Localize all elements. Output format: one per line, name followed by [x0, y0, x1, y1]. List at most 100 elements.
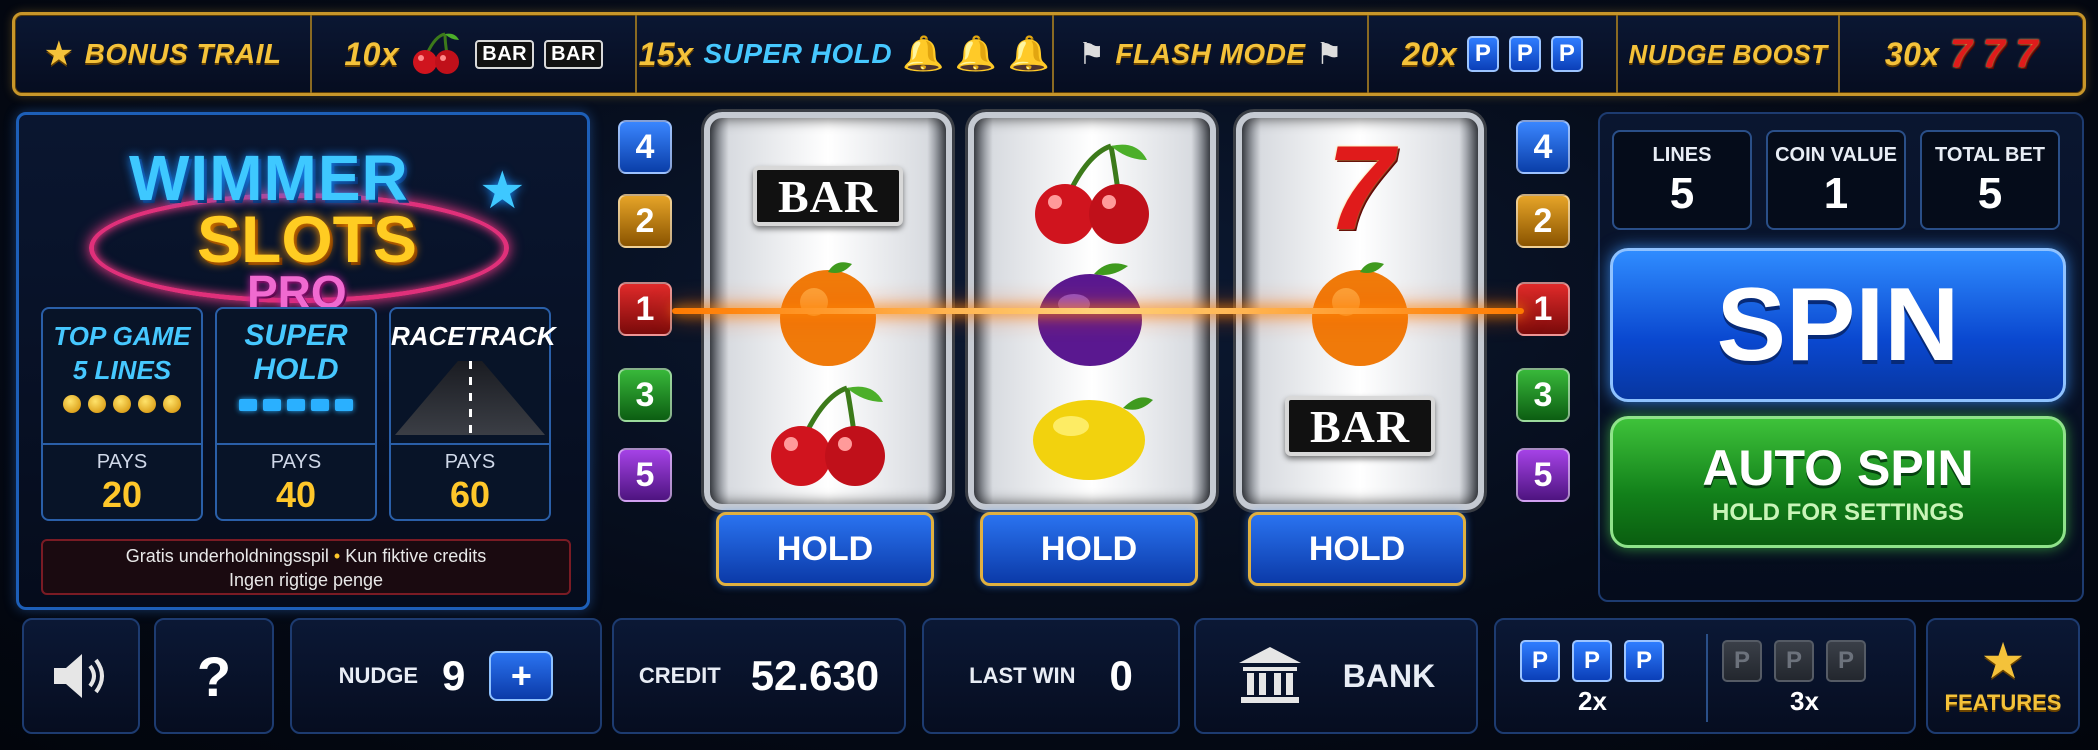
- nudge-label: NUDGE: [338, 663, 419, 688]
- lines-box: LINES 5: [1612, 130, 1752, 230]
- cherries-icon: [413, 32, 460, 74]
- lemon-icon: [1033, 397, 1153, 480]
- nudge-boost-item: NUDGE BOOST: [1618, 15, 1840, 93]
- cherries-multiplier: 10x: [344, 35, 400, 72]
- features-label: FEATURES: [1944, 690, 2062, 715]
- auto-spin-button[interactable]: AUTO SPIN HOLD FOR SETTINGS: [1610, 416, 2066, 548]
- game-card-super-hold[interactable]: SUPER HOLD PAYS 40: [215, 307, 377, 521]
- p-symbols-payout: 20x P P P: [1369, 15, 1619, 93]
- hold-dashes-icon: [217, 399, 375, 411]
- flash-mode-label: FLASH MODE: [1115, 38, 1306, 69]
- controls-panel: LINES 5 COIN VALUE 1 TOTAL BET 5 SPIN AU…: [1598, 112, 2084, 602]
- credit-display: CREDIT 52.630: [612, 618, 906, 734]
- bank-button[interactable]: BANK: [1194, 618, 1478, 734]
- five-dots-icon: [43, 395, 201, 413]
- seven-symbol: 7: [1949, 31, 1973, 76]
- bank-label: BANK: [1342, 657, 1436, 694]
- pays-value: 40: [275, 474, 317, 515]
- plum-icon: [1038, 263, 1142, 366]
- p-group-2x: P P P: [1520, 640, 1664, 682]
- flash-mode-item: ⚑ FLASH MODE ⚑: [1054, 15, 1370, 93]
- bell-icon: 🔔: [1007, 35, 1051, 73]
- line-indicator-3-right: 3: [1516, 368, 1570, 422]
- super-hold-label: SUPER HOLD: [703, 38, 893, 69]
- nudge-value: 9: [442, 652, 466, 699]
- speaker-icon: [54, 654, 104, 698]
- bell-icon: 🔔: [902, 35, 945, 73]
- super-hold-payout: 15x SUPER HOLD 🔔 🔔 🔔: [637, 15, 1054, 93]
- total-bet-value: 5: [1977, 169, 2003, 218]
- sound-button[interactable]: [22, 618, 140, 734]
- game-logo: WIMMER ★ SLOTS PRO: [79, 131, 539, 318]
- last-win-value: 0: [1109, 652, 1133, 699]
- total-bet-label: TOTAL BET: [1935, 144, 2045, 166]
- lines-label: LINES: [1652, 144, 1712, 166]
- multiplier-3x: 3x: [1790, 686, 1819, 716]
- pays-value: 60: [449, 474, 491, 515]
- line-indicator-5-right: 5: [1516, 448, 1570, 502]
- line-indicator-5-left: 5: [618, 448, 672, 502]
- game-card-top-game[interactable]: TOP GAME 5 LINES PAYS 20: [41, 307, 203, 521]
- divider: [1706, 634, 1708, 722]
- help-icon: ?: [196, 644, 232, 708]
- disclaimer: Gratis underholdningsspil • Kun fiktive …: [41, 539, 571, 595]
- line-indicator-4-left: 4: [618, 120, 672, 174]
- game-title: SUPER: [244, 319, 348, 352]
- game-card-racetrack[interactable]: RACETRACK PAYS 60: [389, 307, 556, 521]
- pays-label: PAYS: [270, 451, 322, 473]
- p-symbol-lit: P: [1572, 640, 1612, 682]
- bar-chip: BAR: [475, 39, 535, 69]
- bonus-trail-item: ★ BONUS TRAIL: [15, 15, 313, 93]
- line-indicator-1-left: 1: [618, 282, 672, 336]
- pays-label: PAYS: [444, 451, 496, 473]
- disclaimer-text-1: Gratis underholdningsspil: [125, 546, 329, 566]
- coin-value-box: COIN VALUE 1: [1766, 130, 1906, 230]
- bonus-trail-label: BONUS TRAIL: [84, 38, 282, 69]
- game-info-panel: WIMMER ★ SLOTS PRO TOP GAME 5 LINES PAYS…: [16, 112, 590, 610]
- racetrack-icon: [395, 361, 545, 435]
- p-symbol-lit: P: [1520, 640, 1560, 682]
- p-symbol-unlit: P: [1774, 640, 1814, 682]
- help-button[interactable]: ?: [154, 618, 274, 734]
- super-hold-multiplier: 15x: [638, 35, 694, 72]
- game-subtitle: 5 LINES: [72, 355, 172, 385]
- hold-button-reel-3[interactable]: HOLD: [1248, 512, 1466, 586]
- multiplier-2x: 2x: [1578, 686, 1607, 716]
- seven-symbol: 7: [1982, 31, 2006, 76]
- bar-symbol: BAR: [753, 166, 903, 226]
- last-win-display: LAST WIN 0: [922, 618, 1180, 734]
- nudge-control: NUDGE 9 +: [290, 618, 602, 734]
- disclaimer-bullet: •: [333, 546, 341, 566]
- orange-icon: [1312, 262, 1408, 366]
- lines-value: 5: [1669, 169, 1695, 218]
- spin-button[interactable]: SPIN: [1610, 248, 2066, 402]
- nudge-plus-button[interactable]: +: [489, 651, 554, 701]
- cherries-bar-payout: 10x BAR BAR: [312, 15, 638, 93]
- bank-icon: [1238, 647, 1301, 703]
- p-symbol-lit: P: [1624, 640, 1664, 682]
- checkered-flag-icon: ⚑: [1315, 37, 1343, 71]
- features-button[interactable]: ★ FEATURES: [1926, 618, 2080, 734]
- checkered-flag-icon: ⚑: [1078, 37, 1106, 71]
- game-title: RACETRACK: [391, 321, 556, 351]
- cherries-icon: [1035, 143, 1149, 244]
- p-symbol-chip: P: [1551, 36, 1584, 72]
- top-feature-bar: ★ BONUS TRAIL 10x BAR BAR 15x SUPER HOLD…: [12, 12, 2086, 96]
- last-win-label: LAST WIN: [969, 663, 1076, 688]
- line-indicator-3-left: 3: [618, 368, 672, 422]
- line-indicator-1-right: 1: [1516, 282, 1570, 336]
- bar-symbol: BAR: [1285, 396, 1435, 456]
- pays-value: 20: [101, 474, 143, 515]
- hold-button-reel-1[interactable]: HOLD: [716, 512, 934, 586]
- game-title: TOP GAME: [53, 321, 191, 351]
- p-symbol-chip: P: [1467, 36, 1500, 72]
- p-multiplier: 20x: [1402, 35, 1458, 72]
- total-bet-box: TOTAL BET 5: [1920, 130, 2060, 230]
- logo-star-icon: ★: [479, 162, 526, 220]
- seven-symbol: 7: [2015, 31, 2038, 76]
- nudge-boost-label: NUDGE BOOST: [1628, 38, 1828, 69]
- pays-label: PAYS: [96, 451, 148, 473]
- hold-button-reel-2[interactable]: HOLD: [980, 512, 1198, 586]
- coin-value: 1: [1823, 169, 1849, 218]
- p-symbol-unlit: P: [1722, 640, 1762, 682]
